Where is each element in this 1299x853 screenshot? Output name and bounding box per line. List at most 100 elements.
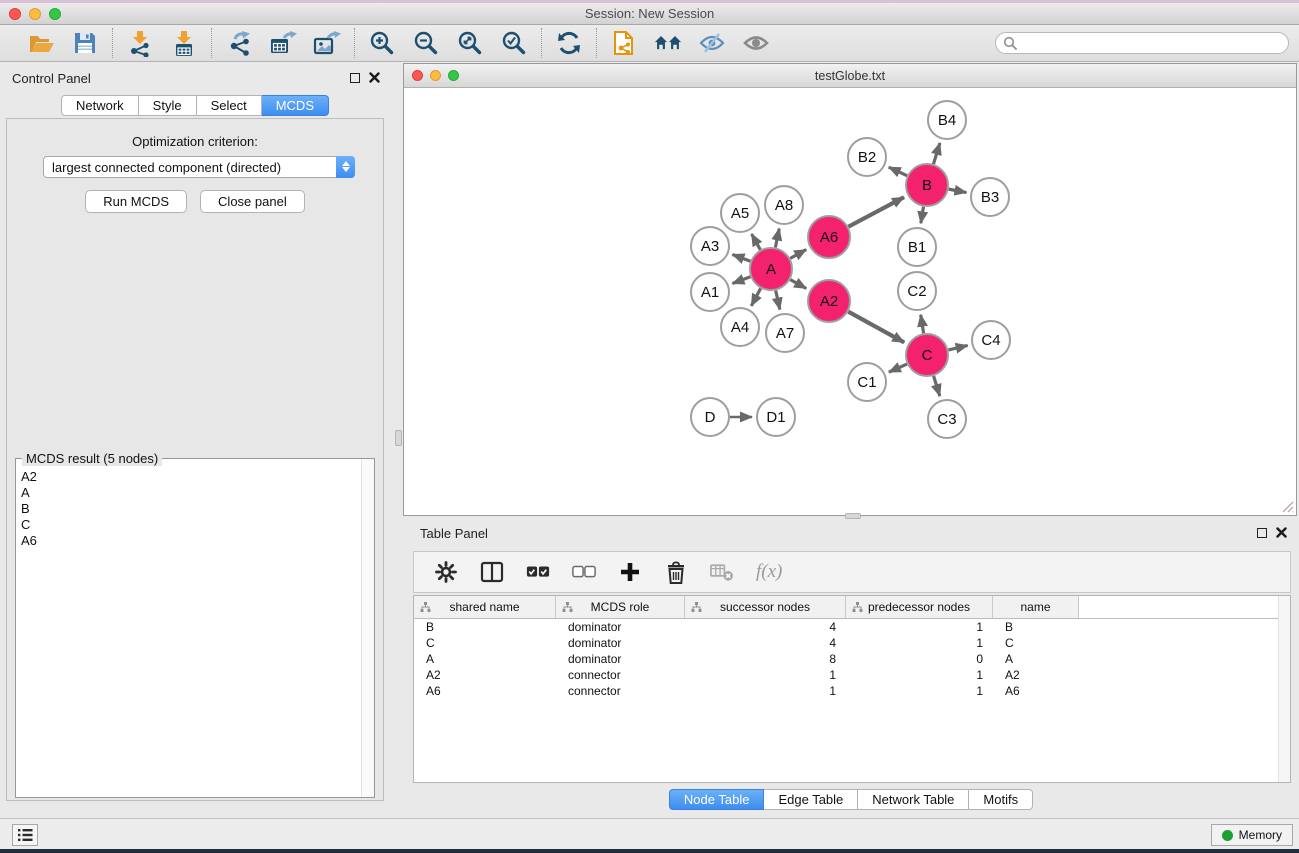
delete-column-icon[interactable] <box>664 560 688 584</box>
column-header-shared-name[interactable]: shared name <box>414 596 556 618</box>
import-network-icon[interactable] <box>126 29 154 57</box>
delete-table-icon[interactable] <box>710 560 734 584</box>
table-body[interactable]: Bdominator41BCdominator41CAdominator80AA… <box>414 619 1290 699</box>
save-session-icon[interactable] <box>71 29 99 57</box>
add-column-icon[interactable] <box>618 560 642 584</box>
select-all-icon[interactable] <box>526 560 550 584</box>
graph-node-A1[interactable]: A1 <box>691 273 729 311</box>
open-session-icon[interactable] <box>27 29 55 57</box>
graph-edge-A2-C[interactable] <box>848 312 904 343</box>
graph-edge-C-C3[interactable] <box>934 376 940 396</box>
table-row[interactable]: Adominator80A <box>414 651 1290 667</box>
graph-node-B3[interactable]: B3 <box>971 178 1009 216</box>
column-header-MCDS-role[interactable]: MCDS role <box>556 596 685 618</box>
graph-edge-B-B4[interactable] <box>933 143 939 164</box>
list-item[interactable]: A2 <box>21 469 361 485</box>
graph-edge-C-C2[interactable] <box>921 315 924 334</box>
graph-edge-A-A4[interactable] <box>751 288 760 305</box>
function-builder-icon[interactable]: f(x) <box>756 561 782 583</box>
double-home-icon[interactable] <box>654 29 682 57</box>
window-resize-grip[interactable] <box>1281 500 1294 513</box>
graph-node-C2[interactable]: C2 <box>898 272 936 310</box>
graph-node-A8[interactable]: A8 <box>765 186 803 224</box>
tab-node-table[interactable]: Node Table <box>669 789 765 810</box>
graph-edge-A-A7[interactable] <box>776 290 780 309</box>
zoom-out-icon[interactable] <box>412 29 440 57</box>
tab-network-table[interactable]: Network Table <box>858 789 969 810</box>
graph-edge-A-A8[interactable] <box>775 229 779 248</box>
table-row[interactable]: Cdominator41C <box>414 635 1290 651</box>
export-image-icon[interactable] <box>313 29 341 57</box>
graph-edge-A-A6[interactable] <box>790 250 806 259</box>
unselect-all-icon[interactable] <box>572 560 596 584</box>
import-table-icon[interactable] <box>170 29 198 57</box>
eye-icon[interactable] <box>742 29 770 57</box>
memory-button[interactable]: Memory <box>1211 824 1293 846</box>
column-header-predecessor-nodes[interactable]: predecessor nodes <box>846 596 993 618</box>
graph-node-C4[interactable]: C4 <box>972 321 1010 359</box>
zoom-selected-icon[interactable] <box>500 29 528 57</box>
float-table-panel-icon[interactable] <box>1257 528 1267 538</box>
table-row[interactable]: A2connector11A2 <box>414 667 1290 683</box>
table-row[interactable]: Bdominator41B <box>414 619 1290 635</box>
graph-edge-B-B1[interactable] <box>921 207 924 224</box>
graph-edge-B-B2[interactable] <box>889 167 907 176</box>
column-header-successor-nodes[interactable]: successor nodes <box>685 596 846 618</box>
refresh-layout-icon[interactable] <box>555 29 583 57</box>
graph-edge-C-C4[interactable] <box>948 345 967 350</box>
tab-select[interactable]: Select <box>197 95 262 116</box>
graph-node-A2[interactable]: A2 <box>808 280 850 322</box>
node-table[interactable]: shared nameMCDS rolesuccessor nodesprede… <box>413 595 1291 783</box>
optimization-criterion-select[interactable]: largest connected component (directed) <box>43 156 355 178</box>
zoom-fit-icon[interactable] <box>456 29 484 57</box>
export-network-icon[interactable] <box>225 29 253 57</box>
graph-node-C3[interactable]: C3 <box>928 400 966 438</box>
tab-style[interactable]: Style <box>139 95 197 116</box>
graph-node-A[interactable]: A <box>750 248 792 290</box>
network-window-titlebar[interactable]: testGlobe.txt <box>404 64 1296 88</box>
zoom-in-icon[interactable] <box>368 29 396 57</box>
graph-edge-A-A2[interactable] <box>790 280 806 289</box>
graph-node-D[interactable]: D <box>691 398 729 436</box>
float-panel-icon[interactable] <box>350 73 360 83</box>
table-scrollbar[interactable] <box>1278 596 1290 782</box>
close-panel-button[interactable]: Close panel <box>200 190 305 213</box>
tab-edge-table[interactable]: Edge Table <box>764 789 858 810</box>
list-item[interactable]: C <box>21 517 361 533</box>
task-history-button[interactable] <box>12 824 38 846</box>
document-network-icon[interactable] <box>610 29 638 57</box>
graph-node-A3[interactable]: A3 <box>691 227 729 265</box>
close-panel-icon[interactable] <box>369 72 380 83</box>
graph-node-C[interactable]: C <box>906 334 948 376</box>
list-item[interactable]: B <box>21 501 361 517</box>
graph-edge-A-A3[interactable] <box>732 254 750 261</box>
horizontal-splitter-handle[interactable] <box>845 513 861 519</box>
list-item[interactable]: A <box>21 485 361 501</box>
list-item[interactable]: A6 <box>21 533 361 549</box>
graph-node-B4[interactable]: B4 <box>928 101 966 139</box>
graph-node-D1[interactable]: D1 <box>757 398 795 436</box>
mcds-result-scrollbar[interactable] <box>361 459 374 797</box>
search-input[interactable] <box>995 32 1289 54</box>
graph-node-B1[interactable]: B1 <box>898 228 936 266</box>
graph-node-A6[interactable]: A6 <box>808 216 850 258</box>
column-header-name[interactable]: name <box>993 596 1079 618</box>
panel-splitter-handle[interactable] <box>395 430 402 446</box>
tab-network[interactable]: Network <box>61 95 139 116</box>
settings-gear-icon[interactable] <box>434 560 458 584</box>
table-row[interactable]: A6connector11A6 <box>414 683 1290 699</box>
graph-node-B2[interactable]: B2 <box>848 138 886 176</box>
graph-node-A7[interactable]: A7 <box>766 314 804 352</box>
eye-slash-icon[interactable] <box>698 29 726 57</box>
tab-motifs[interactable]: Motifs <box>969 789 1033 810</box>
export-table-icon[interactable] <box>269 29 297 57</box>
table-header-row[interactable]: shared nameMCDS rolesuccessor nodesprede… <box>414 596 1290 619</box>
graph-edge-C-C1[interactable] <box>889 364 907 372</box>
graph-edge-B-B3[interactable] <box>949 189 967 192</box>
graph-node-A5[interactable]: A5 <box>721 194 759 232</box>
graph-node-A4[interactable]: A4 <box>721 308 759 346</box>
run-mcds-button[interactable]: Run MCDS <box>85 190 187 213</box>
close-table-panel-icon[interactable] <box>1276 527 1287 538</box>
graph-edge-A6-B[interactable] <box>848 197 904 227</box>
tab-mcds[interactable]: MCDS <box>262 95 329 116</box>
